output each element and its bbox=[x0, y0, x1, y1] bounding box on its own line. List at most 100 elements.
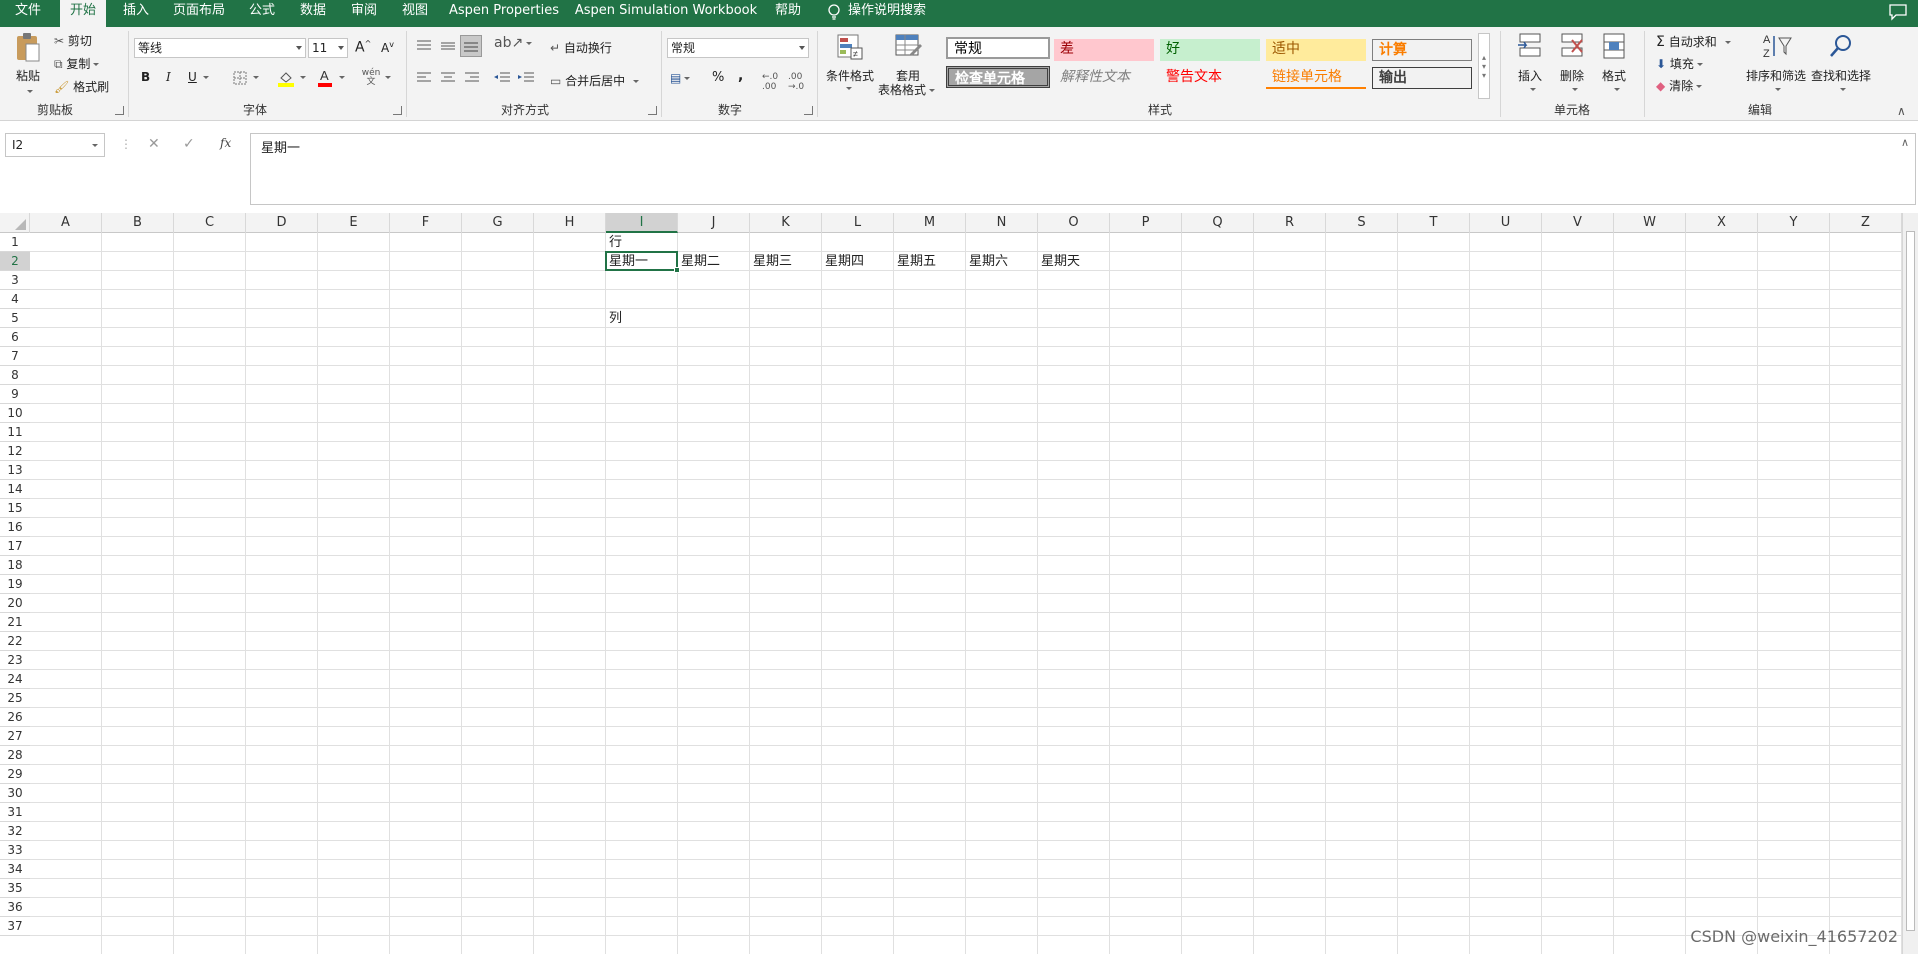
row-header-31[interactable]: 31 bbox=[0, 803, 30, 822]
row-header-4[interactable]: 4 bbox=[0, 290, 30, 309]
font-size-select[interactable]: 11 bbox=[308, 38, 348, 58]
column-header-p[interactable]: P bbox=[1110, 213, 1182, 233]
row-header-24[interactable]: 24 bbox=[0, 670, 30, 689]
tab-review[interactable]: 审阅 bbox=[346, 0, 382, 27]
cell-l2[interactable]: 星期四 bbox=[822, 252, 894, 271]
row-header-36[interactable]: 36 bbox=[0, 898, 30, 917]
accounting-format-icon[interactable]: ▤ bbox=[670, 71, 691, 85]
row-header-14[interactable]: 14 bbox=[0, 480, 30, 499]
phonetic-icon[interactable]: wén 文 bbox=[362, 68, 381, 88]
row-header-18[interactable]: 18 bbox=[0, 556, 30, 575]
increase-indent-icon[interactable] bbox=[516, 70, 536, 86]
row-header-23[interactable]: 23 bbox=[0, 651, 30, 670]
column-header-d[interactable]: D bbox=[246, 213, 318, 233]
paste-button[interactable]: 粘贴 bbox=[16, 67, 40, 84]
column-header-n[interactable]: N bbox=[966, 213, 1038, 233]
row-header-17[interactable]: 17 bbox=[0, 537, 30, 556]
tab-page-layout[interactable]: 页面布局 bbox=[168, 0, 230, 27]
delete-cells-dropdown[interactable] bbox=[1569, 82, 1578, 96]
row-header-19[interactable]: 19 bbox=[0, 575, 30, 594]
column-header-m[interactable]: M bbox=[894, 213, 966, 233]
vertical-scrollbar[interactable] bbox=[1902, 213, 1918, 954]
vertical-scroll-thumb[interactable] bbox=[1906, 231, 1915, 931]
column-header-c[interactable]: C bbox=[174, 213, 246, 233]
alignment-launcher-icon[interactable] bbox=[648, 106, 657, 115]
shrink-font-icon[interactable]: Av bbox=[381, 40, 394, 55]
align-center-icon[interactable] bbox=[438, 70, 458, 86]
paste-icon[interactable] bbox=[12, 31, 44, 65]
column-header-f[interactable]: F bbox=[390, 213, 462, 233]
find-select-icon[interactable] bbox=[1826, 31, 1856, 61]
column-header-b[interactable]: B bbox=[102, 213, 174, 233]
style-calculation[interactable]: 计算 bbox=[1372, 39, 1472, 61]
row-header-30[interactable]: 30 bbox=[0, 784, 30, 803]
style-gallery-scroll[interactable]: ▴ ▾ ▾ bbox=[1478, 33, 1490, 99]
tab-home[interactable]: 开始 bbox=[60, 0, 106, 27]
row-header-5[interactable]: 5 bbox=[0, 309, 30, 328]
merge-center-button[interactable]: ▭ 合并后居中 bbox=[550, 72, 640, 89]
row-header-32[interactable]: 32 bbox=[0, 822, 30, 841]
column-header-x[interactable]: X bbox=[1686, 213, 1758, 233]
cell-o2[interactable]: 星期天 bbox=[1038, 252, 1110, 271]
row-header-13[interactable]: 13 bbox=[0, 461, 30, 480]
select-all-corner[interactable] bbox=[0, 213, 30, 233]
column-header-l[interactable]: L bbox=[822, 213, 894, 233]
grow-font-icon[interactable]: A^ bbox=[355, 39, 371, 56]
font-color-dropdown[interactable] bbox=[336, 70, 345, 84]
border-dropdown[interactable] bbox=[250, 70, 259, 84]
tab-formulas[interactable]: 公式 bbox=[244, 0, 280, 27]
find-select-dropdown[interactable] bbox=[1837, 82, 1846, 96]
tab-aspen-simulation-workbook[interactable]: Aspen Simulation Workbook bbox=[573, 0, 759, 27]
clear-button[interactable]: ◆ 清除 bbox=[1656, 77, 1703, 94]
cell-j2[interactable]: 星期二 bbox=[678, 252, 750, 271]
column-header-j[interactable]: J bbox=[678, 213, 750, 233]
number-launcher-icon[interactable] bbox=[804, 106, 813, 115]
format-painter-button[interactable]: 🖌 格式刷 bbox=[54, 78, 109, 95]
fill-color-dropdown[interactable] bbox=[297, 70, 306, 84]
row-header-6[interactable]: 6 bbox=[0, 328, 30, 347]
row-header-2[interactable]: 2 bbox=[0, 252, 30, 271]
format-as-table-icon[interactable] bbox=[893, 31, 925, 61]
style-bad[interactable]: 差 bbox=[1054, 39, 1154, 61]
row-header-12[interactable]: 12 bbox=[0, 442, 30, 461]
conditional-format-dropdown[interactable] bbox=[843, 81, 852, 95]
row-header-37[interactable]: 37 bbox=[0, 917, 30, 936]
row-header-9[interactable]: 9 bbox=[0, 385, 30, 404]
tab-view[interactable]: 视图 bbox=[397, 0, 433, 27]
align-top-icon[interactable] bbox=[414, 37, 434, 55]
conditional-format-icon[interactable]: ≠ bbox=[833, 31, 865, 61]
column-header-o[interactable]: O bbox=[1038, 213, 1110, 233]
style-output[interactable]: 输出 bbox=[1372, 67, 1472, 89]
cell-area[interactable]: 行星期一 星期二 星期三 星期四 星期五 星期六 星期天列 bbox=[30, 233, 1902, 954]
column-header-z[interactable]: Z bbox=[1830, 213, 1902, 233]
row-header-10[interactable]: 10 bbox=[0, 404, 30, 423]
decrease-indent-icon[interactable] bbox=[492, 70, 512, 86]
copy-button[interactable]: ⧉ 复制 bbox=[54, 55, 100, 72]
column-header-a[interactable]: A bbox=[30, 213, 102, 233]
row-header-25[interactable]: 25 bbox=[0, 689, 30, 708]
column-header-y[interactable]: Y bbox=[1758, 213, 1830, 233]
row-header-16[interactable]: 16 bbox=[0, 518, 30, 537]
insert-function-icon[interactable]: fx bbox=[220, 136, 231, 150]
name-box[interactable]: I2 bbox=[5, 133, 105, 157]
column-header-q[interactable]: Q bbox=[1182, 213, 1254, 233]
row-header-27[interactable]: 27 bbox=[0, 727, 30, 746]
column-header-u[interactable]: U bbox=[1470, 213, 1542, 233]
active-cell-outline[interactable] bbox=[605, 251, 678, 271]
percent-button[interactable]: % bbox=[712, 70, 724, 85]
comment-icon[interactable] bbox=[1888, 3, 1908, 21]
increase-decimal-icon[interactable]: ←.0.00 bbox=[762, 72, 778, 92]
row-header-22[interactable]: 22 bbox=[0, 632, 30, 651]
delete-cells-icon[interactable] bbox=[1556, 31, 1588, 61]
cell-m2[interactable]: 星期五 bbox=[894, 252, 966, 271]
tell-me-search[interactable]: 操作说明搜索 bbox=[848, 0, 948, 27]
font-name-select[interactable]: 等线 bbox=[134, 38, 306, 58]
row-header-26[interactable]: 26 bbox=[0, 708, 30, 727]
orientation-icon[interactable]: ab↗ bbox=[494, 35, 533, 51]
border-icon[interactable] bbox=[232, 70, 248, 86]
paste-dropdown[interactable] bbox=[24, 84, 33, 98]
collapse-ribbon-icon[interactable]: ∧ bbox=[1897, 104, 1906, 118]
format-cells-dropdown[interactable] bbox=[1611, 82, 1620, 96]
row-header-34[interactable]: 34 bbox=[0, 860, 30, 879]
row-header-20[interactable]: 20 bbox=[0, 594, 30, 613]
